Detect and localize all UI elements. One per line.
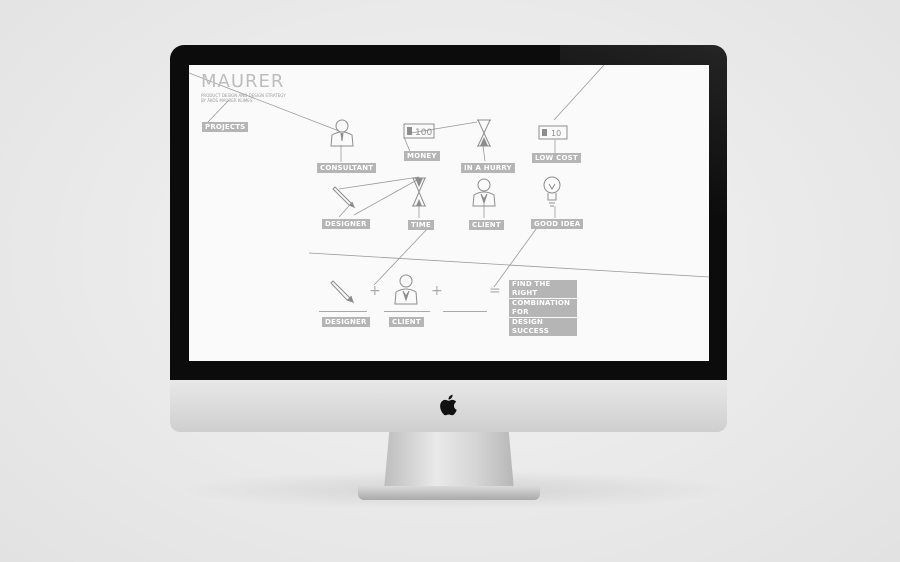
client-underline — [384, 311, 430, 312]
plus-sign-1: + — [369, 283, 381, 299]
low-cost-icon: 10 — [538, 125, 568, 140]
equation-pencil-icon — [330, 280, 355, 304]
brand-logo[interactable]: MAURER — [201, 71, 284, 92]
plus-sign-2: + — [431, 283, 443, 299]
node-consultant[interactable]: CONSULTANT — [317, 163, 377, 173]
monitor-stand — [384, 432, 514, 490]
lightbulb-icon — [543, 176, 561, 207]
tagline: PRODUCT DESIGN AND DESIGN STRATEGY BY ÁK… — [201, 93, 286, 103]
equation-result: FIND THE RIGHT COMBINATION FOR DESIGN SU… — [509, 280, 577, 337]
consultant-icon — [330, 119, 354, 147]
result-line-1: FIND THE RIGHT — [509, 280, 577, 298]
equals-sign: = — [489, 283, 501, 299]
result-line-2: COMBINATION FOR — [509, 299, 577, 317]
screen: MAURER PRODUCT DESIGN AND DESIGN STRATEG… — [189, 65, 709, 361]
hourglass-icon — [477, 119, 491, 147]
result-line-3: DESIGN SUCCESS — [509, 318, 577, 336]
money-icon: 100 — [403, 123, 435, 139]
pencil-icon — [332, 186, 356, 209]
blank-slot-underline — [443, 311, 487, 312]
node-client[interactable]: CLIENT — [469, 220, 504, 230]
connector-lines — [189, 65, 709, 288]
designer-underline — [319, 311, 367, 312]
apple-logo-icon — [440, 394, 457, 416]
node-good-idea[interactable]: GOOD IDEA — [531, 219, 584, 229]
low-cost-icon-text: 10 — [551, 129, 561, 138]
monitor-base — [358, 486, 540, 500]
nav-projects[interactable]: PROJECTS — [202, 122, 249, 132]
node-designer[interactable]: DESIGNER — [322, 219, 370, 229]
node-time[interactable]: TIME — [408, 220, 434, 230]
time-hourglass-icon — [412, 177, 426, 207]
money-icon-text: 100 — [415, 128, 432, 138]
node-in-a-hurry[interactable]: IN A HURRY — [461, 163, 515, 173]
equation-client[interactable]: CLIENT — [389, 317, 424, 327]
equation-designer[interactable]: DESIGNER — [322, 317, 370, 327]
node-money[interactable]: MONEY — [404, 151, 440, 161]
node-low-cost[interactable]: LOW COST — [532, 153, 581, 163]
client-icon — [472, 178, 496, 207]
equation-client-icon — [394, 274, 418, 305]
